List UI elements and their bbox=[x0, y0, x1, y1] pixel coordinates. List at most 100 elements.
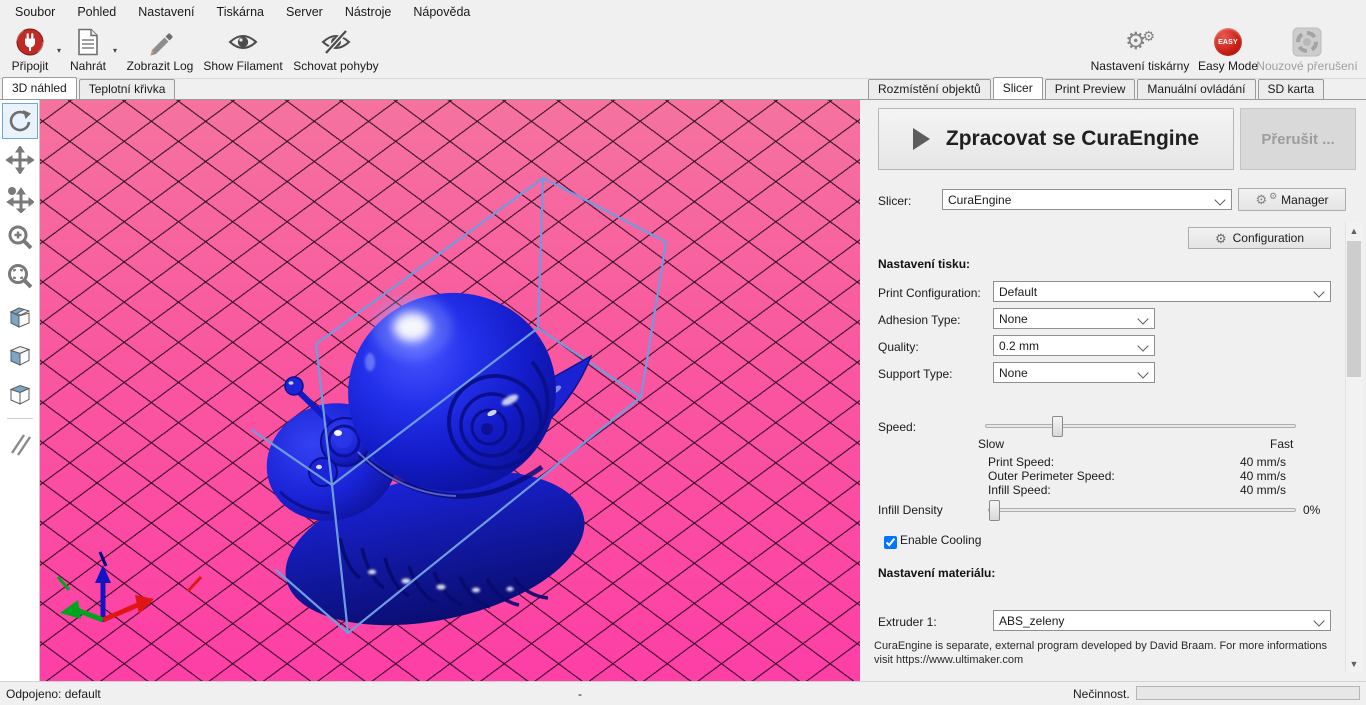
easy-mode-button[interactable]: EASY Easy Mode bbox=[1197, 26, 1259, 73]
chevron-down-icon bbox=[1313, 286, 1324, 297]
gears-icon: ⚙ bbox=[1255, 193, 1267, 206]
menu-nastroje[interactable]: Nástroje bbox=[334, 2, 403, 22]
extruder-select[interactable]: ABS_zeleny bbox=[993, 610, 1331, 631]
outer-perimeter-speed-value: 40 mm/s bbox=[1240, 469, 1286, 483]
speed-slider-thumb[interactable] bbox=[1052, 416, 1063, 437]
scroll-up-icon[interactable]: ▲ bbox=[1346, 222, 1362, 239]
speed-fast-label: Fast bbox=[1270, 437, 1293, 451]
eye-icon bbox=[200, 26, 286, 58]
outer-perimeter-speed-label: Outer Perimeter Speed: bbox=[988, 469, 1115, 483]
menu-soubor[interactable]: Soubor bbox=[4, 2, 66, 22]
tab-print-preview[interactable]: Print Preview bbox=[1045, 79, 1136, 99]
speed-slow-label: Slow bbox=[978, 437, 1004, 451]
printer-settings-button[interactable]: ⚙⚙ Nastavení tiskárny bbox=[1085, 26, 1195, 73]
infill-density-slider[interactable] bbox=[988, 508, 1296, 512]
material-settings-header: Nastavení materiálu: bbox=[878, 566, 995, 580]
print-config-label: Print Configuration: bbox=[878, 286, 981, 300]
tab-object-placement[interactable]: Rozmístění objektů bbox=[868, 79, 991, 99]
chevron-down-icon bbox=[1137, 367, 1148, 378]
scroll-down-icon[interactable]: ▼ bbox=[1346, 655, 1362, 672]
menu-nastaveni[interactable]: Nastavení bbox=[127, 2, 205, 22]
move-icon[interactable] bbox=[2, 142, 38, 178]
view-cube-iso-icon[interactable] bbox=[2, 298, 38, 334]
support-select[interactable]: None bbox=[993, 362, 1155, 383]
infill-density-label: Infill Density bbox=[878, 503, 943, 517]
print-speed-value: 40 mm/s bbox=[1240, 455, 1286, 469]
chevron-down-icon bbox=[1313, 615, 1324, 626]
adhesion-select[interactable]: None bbox=[993, 308, 1155, 329]
infill-density-value: 0% bbox=[1303, 503, 1320, 517]
infill-speed-label: Infill Speed: bbox=[988, 483, 1051, 497]
menu-tiskarna[interactable]: Tiskárna bbox=[206, 2, 275, 22]
panel-scrollbar[interactable]: ▲ ▼ bbox=[1345, 222, 1362, 672]
slicer-select[interactable]: CuraEngine bbox=[942, 189, 1232, 210]
tab-temperature-curve[interactable]: Teplotní křivka bbox=[79, 79, 176, 99]
load-dropdown-caret[interactable]: ▾ bbox=[113, 46, 117, 55]
connect-button[interactable]: Připojit bbox=[6, 26, 54, 73]
progress-bar bbox=[1136, 686, 1360, 700]
show-filament-button[interactable]: Show Filament bbox=[200, 26, 286, 73]
chevron-down-icon bbox=[1137, 313, 1148, 324]
menu-napoveda[interactable]: Nápověda bbox=[402, 2, 481, 22]
emergency-stop-button: Nouzové přerušení bbox=[1252, 26, 1362, 73]
hide-moves-button[interactable]: Schovat pohyby bbox=[290, 26, 382, 73]
tool-separator bbox=[7, 418, 33, 419]
view-cube-solid-icon[interactable] bbox=[2, 337, 38, 373]
menu-pohled[interactable]: Pohled bbox=[66, 2, 127, 22]
plug-icon bbox=[6, 26, 54, 58]
gears-icon-small: ⚙ bbox=[1269, 192, 1277, 201]
main-toolbar: Připojit ▾ Nahrát ▾ bbox=[0, 24, 1366, 79]
speed-slider[interactable] bbox=[985, 424, 1296, 428]
enable-cooling-label: Enable Cooling bbox=[900, 533, 981, 547]
load-button[interactable]: Nahrát bbox=[66, 26, 110, 73]
chevron-down-icon bbox=[1214, 194, 1225, 205]
parallel-projection-icon[interactable] bbox=[2, 425, 38, 461]
zoom-in-icon[interactable] bbox=[2, 220, 38, 256]
eye-slash-icon bbox=[290, 26, 382, 58]
move-object-icon[interactable] bbox=[2, 181, 38, 217]
infill-density-slider-thumb[interactable] bbox=[989, 500, 1000, 521]
connection-status: Odpojeno: default bbox=[6, 687, 101, 701]
quality-label: Quality: bbox=[878, 340, 919, 354]
scrollbar-thumb[interactable] bbox=[1347, 241, 1361, 377]
manager-button[interactable]: ⚙⚙ Manager bbox=[1238, 188, 1346, 211]
menu-server[interactable]: Server bbox=[275, 2, 334, 22]
tab-slicer[interactable]: Slicer bbox=[993, 77, 1043, 99]
cancel-slice-button: Přerušit ... bbox=[1240, 108, 1356, 170]
gears-icon: ⚙⚙ bbox=[1085, 26, 1195, 58]
printer-state: Nečinnost. bbox=[1073, 687, 1130, 701]
show-log-button[interactable]: Zobrazit Log bbox=[124, 26, 196, 73]
enable-cooling-checkbox[interactable] bbox=[884, 536, 897, 549]
extruder-label: Extruder 1: bbox=[878, 615, 937, 629]
configuration-button[interactable]: ⚙ Configuration bbox=[1188, 227, 1331, 249]
quality-select[interactable]: 0.2 mm bbox=[993, 335, 1155, 356]
rotate-icon[interactable] bbox=[2, 103, 38, 139]
emergency-stop-icon bbox=[1252, 26, 1362, 58]
play-icon bbox=[913, 128, 930, 150]
adhesion-label: Adhesion Type: bbox=[878, 313, 961, 327]
viewport-toolbar bbox=[0, 100, 40, 681]
chevron-down-icon bbox=[1137, 340, 1148, 351]
view-cube-wire-icon[interactable] bbox=[2, 376, 38, 412]
slicer-panel: Zpracovat se CuraEngine Přerušit ... Sli… bbox=[866, 100, 1366, 681]
tab-manual-control[interactable]: Manuální ovládání bbox=[1137, 79, 1255, 99]
infill-speed-value: 40 mm/s bbox=[1240, 483, 1286, 497]
slicer-label: Slicer: bbox=[878, 194, 911, 208]
print-settings-header: Nastavení tisku: bbox=[878, 257, 970, 271]
repetier-host-window: Soubor Pohled Nastavení Tiskárna Server … bbox=[0, 0, 1366, 705]
tab-sd-card[interactable]: SD karta bbox=[1258, 79, 1325, 99]
slice-button[interactable]: Zpracovat se CuraEngine bbox=[878, 108, 1234, 170]
viewport-tabs: 3D náhled Teplotní křivka bbox=[0, 79, 866, 100]
support-label: Support Type: bbox=[878, 367, 953, 381]
easy-badge-icon: EASY bbox=[1197, 26, 1259, 58]
connect-dropdown-caret[interactable]: ▾ bbox=[57, 46, 61, 55]
panel-tabs: Rozmístění objektů Slicer Print Preview … bbox=[866, 79, 1366, 100]
axis-indicator bbox=[58, 552, 201, 622]
zoom-fit-icon[interactable] bbox=[2, 259, 38, 295]
document-icon bbox=[66, 26, 110, 58]
pencil-icon bbox=[124, 26, 196, 58]
3d-viewport[interactable] bbox=[40, 100, 860, 681]
print-speed-label: Print Speed: bbox=[988, 455, 1054, 469]
print-config-select[interactable]: Default bbox=[993, 281, 1331, 302]
tab-3d-view[interactable]: 3D náhled bbox=[2, 77, 77, 99]
